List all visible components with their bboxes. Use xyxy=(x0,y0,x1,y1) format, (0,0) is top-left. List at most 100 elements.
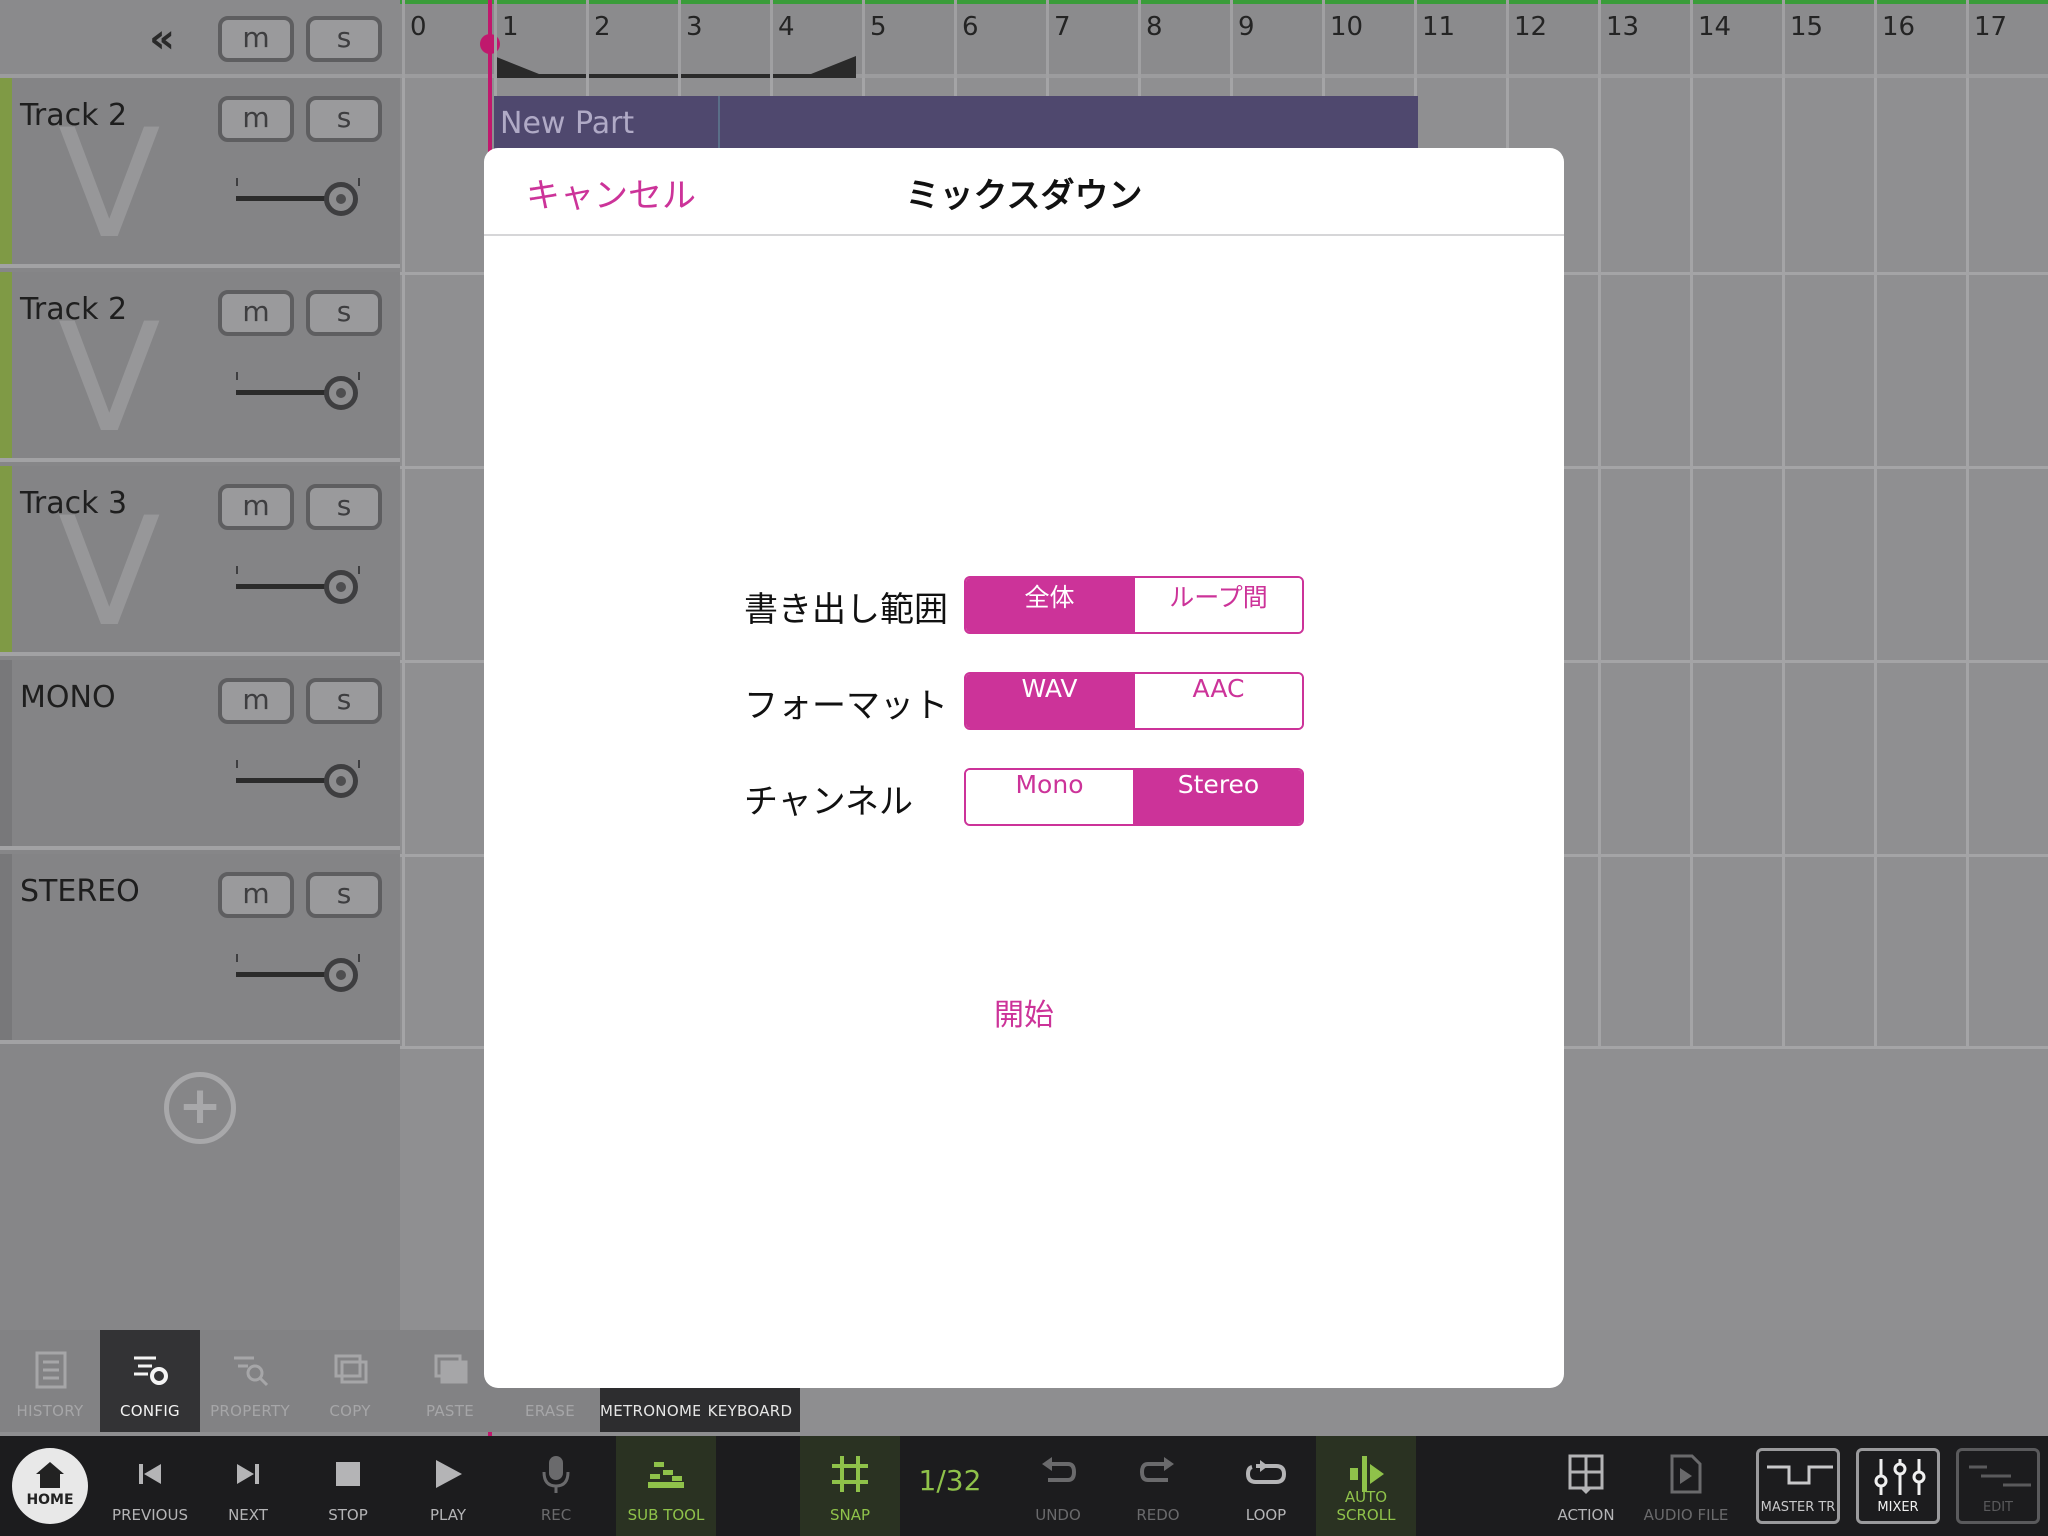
format-row: フォーマット WAV AAC xyxy=(484,672,1564,730)
mute-button[interactable]: m xyxy=(218,678,294,724)
tool-label: CONFIG xyxy=(120,1402,180,1420)
dialog-header: キャンセル ミックスダウン xyxy=(484,148,1564,236)
tool-label: PROPERTY xyxy=(210,1402,290,1420)
slider-tick xyxy=(236,178,238,186)
redo-button[interactable]: REDO xyxy=(1108,1436,1208,1536)
track-color-bar xyxy=(0,466,12,652)
audio-file-button[interactable]: AUDIO FILE xyxy=(1636,1436,1736,1536)
snap-value[interactable]: 1/32 xyxy=(906,1464,994,1497)
track-color-bar xyxy=(0,854,12,1040)
grid-line xyxy=(1874,78,1877,1048)
track-name: Track 2 xyxy=(20,98,128,133)
mute-button[interactable]: m xyxy=(218,96,294,142)
loop-range-line xyxy=(494,74,856,78)
ruler-number: 15 xyxy=(1790,12,1824,42)
export-range-loop-option[interactable]: ループ間 xyxy=(1133,578,1302,632)
volume-slider-knob[interactable] xyxy=(324,958,358,992)
ruler-tick xyxy=(1322,0,1325,78)
auto-scroll-button[interactable]: AUTO SCROLL xyxy=(1316,1436,1416,1536)
export-range-segmented-control[interactable]: 全体 ループ間 xyxy=(964,576,1304,634)
ruler-tick xyxy=(586,0,589,78)
tool-history[interactable]: HISTORY xyxy=(0,1330,100,1432)
ruler-tick xyxy=(770,0,773,78)
format-segmented-control[interactable]: WAV AAC xyxy=(964,672,1304,730)
volume-slider-knob[interactable] xyxy=(324,764,358,798)
redo-icon xyxy=(1139,1457,1174,1482)
master-track-button[interactable]: MASTER TR xyxy=(1756,1448,1840,1524)
sub-tool-button[interactable]: SUB TOOL xyxy=(616,1436,716,1536)
snap-button[interactable]: SNAP xyxy=(800,1436,900,1536)
format-aac-option[interactable]: AAC xyxy=(1133,674,1302,728)
stop-button[interactable]: STOP xyxy=(298,1436,398,1536)
loop-range-bar[interactable] xyxy=(494,56,856,80)
solo-button[interactable]: s xyxy=(306,872,382,918)
mixer-button[interactable]: MIXER xyxy=(1856,1448,1940,1524)
channel-mono-option[interactable]: Mono xyxy=(966,770,1133,824)
loop-end-handle[interactable] xyxy=(806,56,856,76)
ruler-number: 1 xyxy=(502,12,519,42)
tool-copy[interactable]: COPY xyxy=(300,1330,400,1432)
ruler-number: 3 xyxy=(686,12,703,42)
slider-tick xyxy=(236,372,238,380)
loop-start-handle[interactable] xyxy=(494,56,544,76)
volume-slider-knob[interactable] xyxy=(324,376,358,410)
mute-button[interactable]: m xyxy=(218,484,294,530)
loop-label: LOOP xyxy=(1245,1506,1287,1524)
ruler-tick xyxy=(1966,0,1969,78)
slider-tick xyxy=(358,954,360,962)
tool-config[interactable]: CONFIG xyxy=(100,1330,200,1432)
microphone-icon xyxy=(542,1456,570,1493)
play-button[interactable]: PLAY xyxy=(398,1436,498,1536)
master-track-label: MASTER TR xyxy=(1760,1500,1836,1515)
collapse-tracks-button[interactable]: « xyxy=(140,14,184,64)
solo-button[interactable]: s xyxy=(306,484,382,530)
volume-slider-knob[interactable] xyxy=(324,182,358,216)
loop-button[interactable]: LOOP xyxy=(1216,1436,1316,1536)
start-button[interactable]: 開始 xyxy=(484,990,1564,1034)
ruler-number: 2 xyxy=(594,12,611,42)
previous-button[interactable]: PREVIOUS xyxy=(100,1436,200,1536)
ruler-tick xyxy=(1598,0,1601,78)
add-track-button[interactable]: + xyxy=(164,1072,236,1144)
mute-all-button[interactable]: m xyxy=(218,16,294,62)
solo-all-button[interactable]: s xyxy=(306,16,382,62)
mixer-icon xyxy=(1874,1459,1926,1495)
tool-property[interactable]: PROPERTY xyxy=(200,1330,300,1432)
export-range-label: 書き出し範囲 xyxy=(744,590,948,630)
ruler-number: 17 xyxy=(1974,12,2008,42)
next-button[interactable]: NEXT xyxy=(198,1436,298,1536)
volume-slider-knob[interactable] xyxy=(324,570,358,604)
play-label: PLAY xyxy=(429,1506,466,1524)
audio-part[interactable]: New Part xyxy=(494,96,1418,156)
solo-button[interactable]: s xyxy=(306,678,382,724)
track-row[interactable]: V Track 3 m s xyxy=(0,466,400,656)
track-row[interactable]: V Track 2 m s xyxy=(0,78,400,268)
ruler-tick xyxy=(1782,0,1785,78)
mixer-label: MIXER xyxy=(1877,1500,1919,1515)
format-wav-option[interactable]: WAV xyxy=(966,674,1133,728)
channel-stereo-option[interactable]: Stereo xyxy=(1133,770,1302,824)
mute-button[interactable]: m xyxy=(218,290,294,336)
track-color-bar xyxy=(0,660,12,846)
ruler-number: 16 xyxy=(1882,12,1916,42)
rec-button[interactable]: REC xyxy=(506,1436,606,1536)
ruler-tick xyxy=(862,0,865,78)
channel-segmented-control[interactable]: Mono Stereo xyxy=(964,768,1304,826)
solo-button[interactable]: s xyxy=(306,290,382,336)
edit-icon xyxy=(1969,1465,2031,1487)
track-row[interactable]: MONO m s xyxy=(0,660,400,850)
track-row[interactable]: V Track 2 m s xyxy=(0,272,400,462)
audio-file-label: AUDIO FILE xyxy=(1643,1506,1729,1524)
action-button[interactable]: ACTION xyxy=(1536,1436,1636,1536)
solo-button[interactable]: s xyxy=(306,96,382,142)
edit-button[interactable]: EDIT xyxy=(1956,1448,2040,1524)
export-range-row: 書き出し範囲 全体 ループ間 xyxy=(484,576,1564,634)
export-range-all-option[interactable]: 全体 xyxy=(966,578,1133,632)
track-header-column: « m s V Track 2 m s V Track 2 m s V Trac… xyxy=(0,0,400,1330)
track-row[interactable]: STEREO m s xyxy=(0,854,400,1044)
home-button[interactable]: HOME xyxy=(12,1448,88,1524)
mute-button[interactable]: m xyxy=(218,872,294,918)
master-track-icon xyxy=(1767,1465,1833,1485)
ruler-number: 11 xyxy=(1422,12,1456,42)
undo-button[interactable]: UNDO xyxy=(1008,1436,1108,1536)
